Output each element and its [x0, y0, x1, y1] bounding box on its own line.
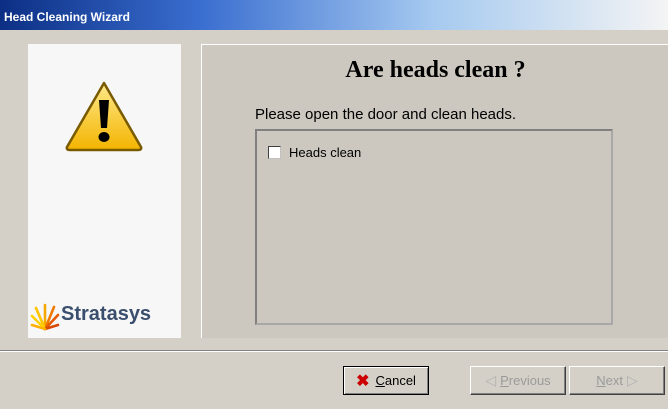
cancel-label: Cancel [375, 373, 416, 388]
wizard-content: Are heads clean ? Please open the door a… [201, 44, 668, 338]
cancel-button[interactable]: ✖ Cancel [343, 366, 429, 395]
heads-clean-label[interactable]: Heads clean [289, 145, 361, 160]
previous-label: Previous [500, 373, 551, 388]
next-arrow-icon: ▷ [626, 372, 638, 388]
stratasys-logo: Stratasys [28, 300, 181, 334]
title-bar: Head Cleaning Wizard [0, 0, 668, 30]
footer-separator [0, 350, 668, 352]
heads-clean-checkbox[interactable] [268, 145, 281, 159]
heads-clean-checkbox-row[interactable]: Heads clean [268, 144, 361, 160]
warning-icon [65, 81, 143, 152]
previous-button[interactable]: ◁ Previous [470, 366, 566, 395]
logo-text: Stratasys [61, 303, 152, 325]
window-title: Head Cleaning Wizard [4, 10, 130, 24]
instruction-text: Please open the door and clean heads. [255, 106, 517, 123]
next-button[interactable]: Next ▷ [569, 366, 665, 395]
sidebar-panel: Stratasys [28, 44, 181, 338]
options-group: Heads clean [255, 129, 613, 325]
logo-burst-icon [30, 303, 60, 331]
cancel-icon: ✖ [356, 372, 370, 390]
next-label: Next [596, 373, 623, 388]
previous-arrow-icon: ◁ [485, 372, 497, 388]
page-title: Are heads clean ? [345, 57, 526, 83]
